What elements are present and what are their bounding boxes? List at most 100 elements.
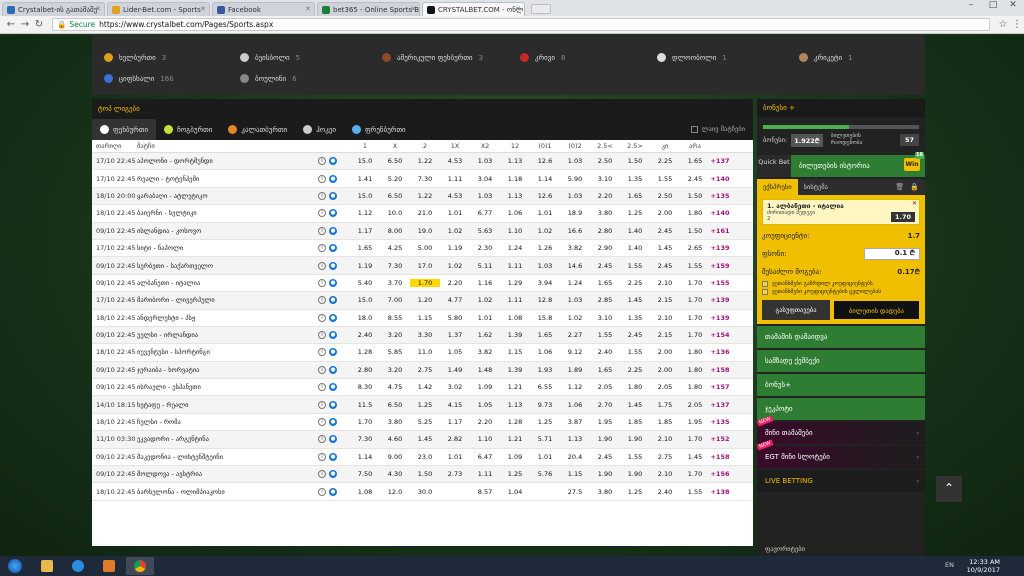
odd-cell[interactable]: 1.28 — [350, 348, 380, 356]
odd-cell[interactable]: 7.50 — [350, 470, 380, 478]
odd-cell[interactable]: 9.00 — [380, 453, 410, 461]
more-markets-link[interactable]: +158 — [710, 366, 730, 374]
info-icon[interactable]: i — [318, 383, 326, 392]
odd-cell[interactable]: 1.65 — [350, 244, 380, 252]
event-match[interactable]: მოლდოვა - ავსტრია — [128, 470, 318, 478]
event-match[interactable]: ალბანეთი - იტალია — [128, 279, 318, 287]
odd-cell[interactable]: 1.65 — [590, 366, 620, 374]
more-markets-link[interactable]: +155 — [710, 279, 730, 287]
stats-icon[interactable]: ● — [329, 331, 337, 340]
stats-icon[interactable]: ● — [329, 296, 337, 305]
odd-cell[interactable]: 1.70 — [350, 418, 380, 426]
odd-cell[interactable]: 5.90 — [560, 175, 590, 183]
odd-cell[interactable]: 7.00 — [380, 296, 410, 304]
close-tab-icon[interactable]: ✕ — [305, 5, 311, 13]
odd-cell[interactable]: 2.45 — [650, 227, 680, 235]
odd-cell[interactable]: 2.05 — [590, 383, 620, 391]
browser-tab[interactable]: CRYSTALBET.COM - ონლ ✕ — [422, 2, 525, 16]
odd-cell[interactable]: 1.15 — [410, 314, 440, 322]
odd-cell[interactable]: 1.18 — [500, 175, 530, 183]
odd-cell[interactable]: 1.49 — [440, 366, 470, 374]
odd-cell[interactable]: 1.65 — [590, 279, 620, 287]
odd-cell[interactable]: 1.65 — [620, 192, 650, 200]
back-icon[interactable]: ← — [4, 19, 18, 30]
odd-cell[interactable]: 12.6 — [530, 192, 560, 200]
odd-cell[interactable]: 19.0 — [410, 227, 440, 235]
odd-cell[interactable]: 5.11 — [470, 262, 500, 270]
more-markets-link[interactable]: +161 — [710, 227, 730, 235]
more-markets-link[interactable]: +135 — [710, 418, 730, 426]
sport-tab[interactable]: კალათბურთი — [220, 119, 295, 140]
tray-language[interactable]: EN — [945, 561, 954, 569]
odd-cell[interactable]: 1.11 — [440, 175, 470, 183]
odd-cell[interactable]: 2.27 — [560, 331, 590, 339]
stats-icon[interactable]: ● — [329, 487, 337, 496]
odd-cell[interactable]: 3.80 — [590, 488, 620, 496]
stats-icon[interactable]: ● — [329, 435, 337, 444]
info-icon[interactable]: i — [318, 313, 326, 322]
odd-cell[interactable]: 2.10 — [650, 314, 680, 322]
odd-cell[interactable]: 1.35 — [620, 175, 650, 183]
odd-cell[interactable]: 2.25 — [620, 279, 650, 287]
odd-cell[interactable]: 1.14 — [350, 453, 380, 461]
more-markets-link[interactable]: +152 — [710, 435, 730, 443]
odd-cell[interactable]: 21.0 — [410, 209, 440, 217]
odd-cell[interactable]: 1.45 — [620, 401, 650, 409]
event-match[interactable]: მაკედონია - ლიხტენშტეინი — [128, 453, 318, 461]
odd-cell[interactable]: 1.04 — [500, 488, 530, 496]
odd-cell[interactable]: 2.15 — [650, 296, 680, 304]
odd-cell[interactable]: 1.01 — [530, 453, 560, 461]
odd-cell[interactable]: 1.03 — [560, 157, 590, 165]
odd-cell[interactable]: 1.80 — [680, 348, 710, 356]
odd-cell[interactable]: 3.80 — [590, 209, 620, 217]
more-markets-link[interactable]: +139 — [710, 314, 730, 322]
odd-cell[interactable]: 18.0 — [350, 314, 380, 322]
odd-cell[interactable]: 5.76 — [530, 470, 560, 478]
odd-cell[interactable]: 15.0 — [350, 157, 380, 165]
odd-cell[interactable]: 1.03 — [530, 262, 560, 270]
stats-icon[interactable]: ● — [329, 418, 337, 427]
browser-tab[interactable]: Facebook ✕ — [212, 2, 315, 16]
odd-cell[interactable]: 4.53 — [440, 192, 470, 200]
more-markets-link[interactable]: +140 — [710, 175, 730, 183]
more-markets-link[interactable]: +156 — [710, 470, 730, 478]
browser-tab[interactable]: Crystalbet-ის გათამაშე ✕ — [2, 2, 105, 16]
info-icon[interactable]: i — [318, 400, 326, 409]
odd-cell[interactable]: 3.87 — [560, 418, 590, 426]
odd-cell[interactable]: 2.45 — [680, 175, 710, 183]
event-match[interactable]: ეკვადორი - არგენტინა — [128, 435, 318, 443]
odd-cell[interactable]: 1.02 — [560, 314, 590, 322]
odd-cell[interactable]: 1.55 — [620, 348, 650, 356]
odd-cell[interactable]: 1.05 — [440, 348, 470, 356]
sidebar-menu-item[interactable]: NEW EGT მინი სლოტები › — [756, 439, 925, 468]
clear-button[interactable]: გასუფთავება — [762, 300, 830, 320]
sidebar-menu-item[interactable]: LIVE BETTING › — [757, 470, 925, 492]
odd-cell[interactable]: 6.47 — [470, 453, 500, 461]
odd-cell[interactable]: 1.03 — [470, 157, 500, 165]
odd-cell[interactable]: 12.0 — [380, 488, 410, 496]
odd-cell[interactable]: 2.40 — [650, 488, 680, 496]
odd-cell[interactable]: 20.4 — [560, 453, 590, 461]
odd-cell[interactable]: 4.25 — [380, 244, 410, 252]
odd-cell[interactable]: 1.16 — [470, 279, 500, 287]
info-icon[interactable]: i — [318, 365, 326, 374]
odd-cell[interactable]: 1.17 — [350, 227, 380, 235]
odd-cell[interactable]: 1.45 — [410, 435, 440, 443]
odd-cell[interactable]: 4.30 — [380, 470, 410, 478]
sport-link[interactable]: კრივი 8 — [520, 53, 565, 62]
odd-cell[interactable]: 18.9 — [560, 209, 590, 217]
odd-cell[interactable]: 1.20 — [410, 296, 440, 304]
tab-system[interactable]: სისტემა — [798, 179, 834, 195]
odd-cell[interactable]: 2.00 — [650, 348, 680, 356]
odd-cell[interactable]: 1.13 — [560, 435, 590, 443]
sport-link[interactable]: ბეისბოლი 5 — [240, 53, 300, 62]
odd-cell[interactable]: 2.45 — [650, 262, 680, 270]
odd-cell[interactable]: 3.70 — [380, 279, 410, 287]
odd-cell[interactable]: 1.14 — [530, 175, 560, 183]
odd-cell[interactable]: 1.90 — [620, 470, 650, 478]
odd-cell[interactable]: 2.20 — [440, 279, 470, 287]
odd-cell[interactable]: 2.45 — [620, 331, 650, 339]
event-match[interactable]: ხეტაფე - რეალი — [128, 401, 318, 409]
odd-cell[interactable]: 1.01 — [440, 453, 470, 461]
odd-cell[interactable]: 2.15 — [650, 331, 680, 339]
